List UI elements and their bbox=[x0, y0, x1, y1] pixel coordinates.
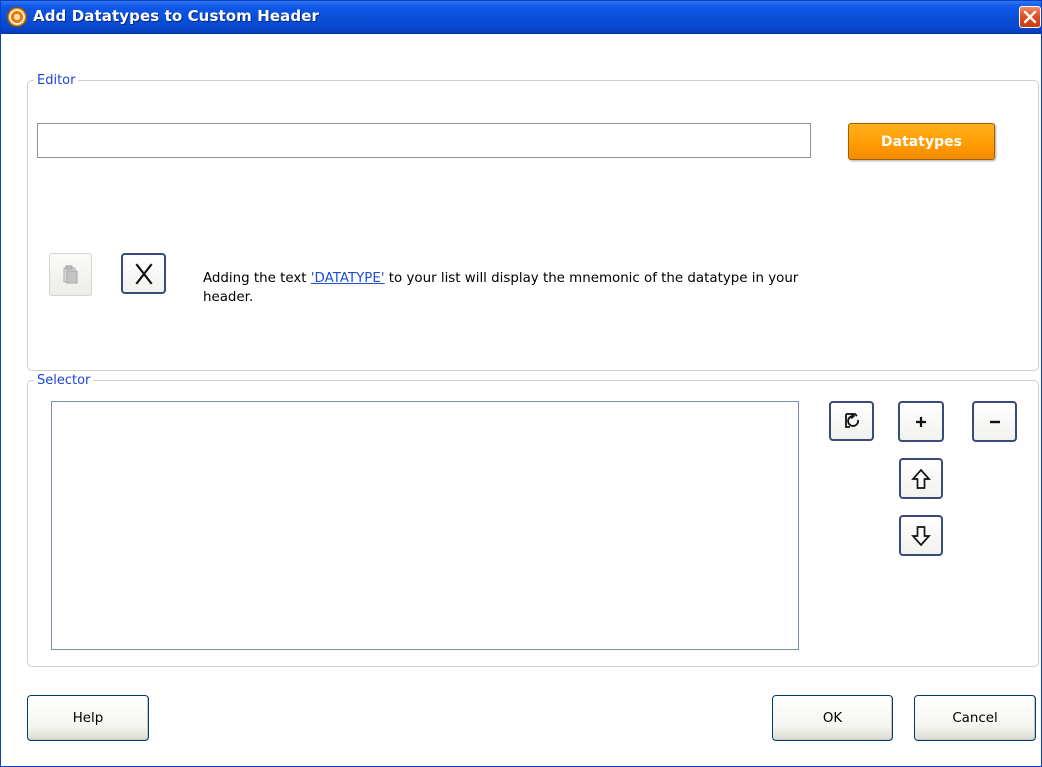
close-button[interactable] bbox=[1019, 6, 1041, 28]
datatype-info-text: Adding the text 'DATATYPE' to your list … bbox=[203, 269, 823, 307]
datatypes-button[interactable]: Datatypes bbox=[848, 123, 995, 160]
clear-button[interactable] bbox=[121, 253, 166, 294]
move-up-button[interactable] bbox=[899, 458, 943, 499]
arrow-up-icon bbox=[911, 468, 931, 489]
add-button[interactable] bbox=[898, 401, 944, 442]
refresh-button[interactable] bbox=[829, 401, 874, 441]
datatype-link[interactable]: 'DATATYPE' bbox=[311, 271, 385, 286]
ok-button[interactable]: OK bbox=[772, 695, 893, 741]
minus-icon bbox=[989, 420, 1000, 423]
cancel-button[interactable]: Cancel bbox=[914, 695, 1036, 741]
window-title: Add Datatypes to Custom Header bbox=[33, 7, 319, 25]
selector-legend: Selector bbox=[37, 373, 91, 388]
plus-icon bbox=[916, 416, 926, 427]
info-prefix: Adding the text bbox=[203, 271, 311, 286]
help-button[interactable]: Help bbox=[27, 695, 149, 741]
refresh-icon bbox=[844, 412, 859, 428]
app-logo-icon bbox=[7, 7, 27, 27]
editor-legend: Editor bbox=[37, 73, 76, 88]
title-bar[interactable]: Add Datatypes to Custom Header bbox=[1, 1, 1041, 34]
dialog-window: Add Datatypes to Custom Header Editor Da… bbox=[0, 0, 1042, 767]
paste-button[interactable] bbox=[49, 253, 92, 296]
close-icon bbox=[1023, 10, 1037, 24]
paste-icon bbox=[63, 265, 77, 283]
selector-listbox[interactable] bbox=[51, 401, 799, 650]
datatype-text-input[interactable] bbox=[37, 123, 811, 158]
move-down-button[interactable] bbox=[899, 515, 943, 556]
editor-group: Editor bbox=[27, 73, 1039, 371]
remove-button[interactable] bbox=[972, 401, 1017, 442]
arrow-down-icon bbox=[911, 525, 931, 546]
clear-x-icon bbox=[134, 262, 153, 285]
